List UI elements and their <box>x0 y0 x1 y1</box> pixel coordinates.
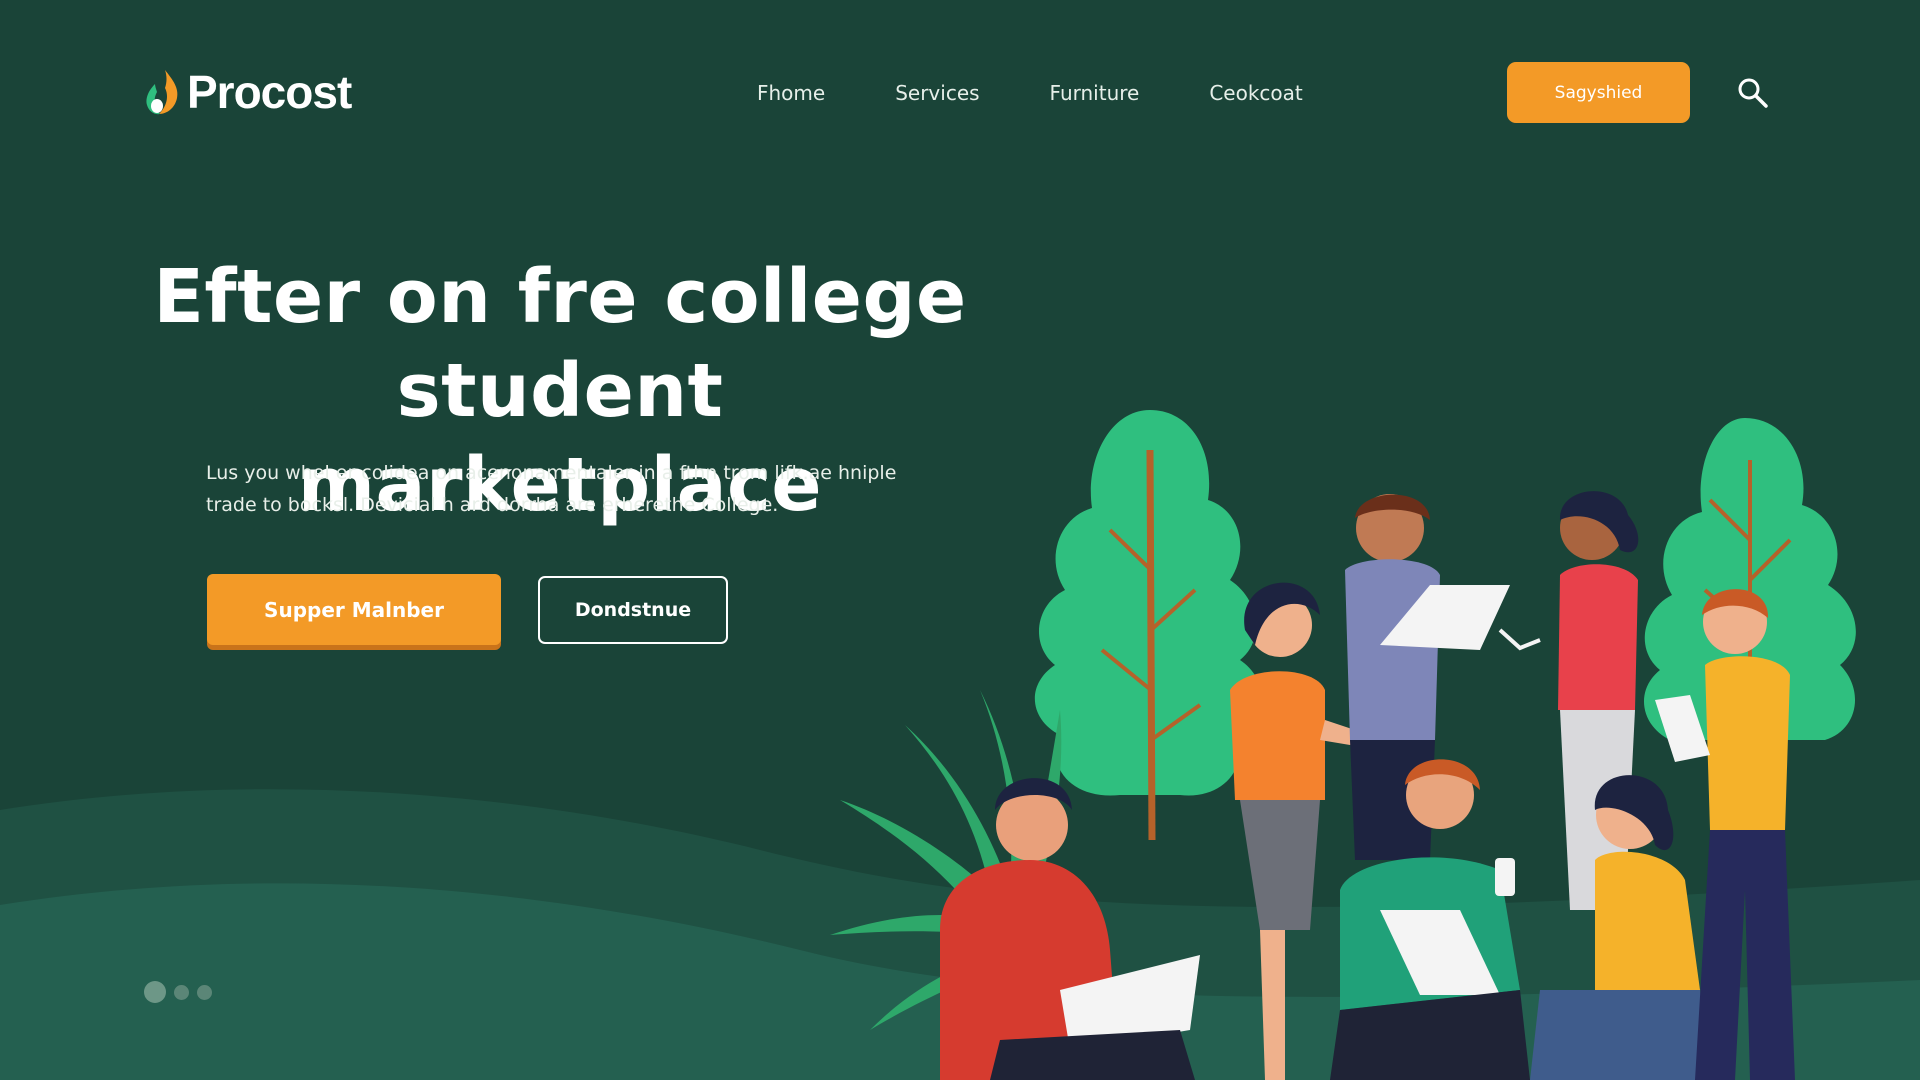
hero-title-line-1: Efter on fre college <box>153 254 967 340</box>
student-yellow-seated <box>1530 775 1710 1080</box>
site-header: Procost Fhome Services Furniture Ceokcoa… <box>0 0 1920 190</box>
carousel-dot-2[interactable] <box>174 984 189 1000</box>
landing-page: Procost Fhome Services Furniture Ceokcoa… <box>0 0 1920 1080</box>
logo-text: Procost <box>187 66 352 118</box>
hero-illustration <box>830 410 1856 1080</box>
search-icon <box>1738 78 1768 108</box>
primary-cta-button[interactable]: Supper Malnber <box>207 574 501 645</box>
logo[interactable]: Procost <box>143 64 352 120</box>
search-button[interactable] <box>1736 76 1770 110</box>
header-cta-button[interactable]: Sagyshied <box>1507 62 1690 123</box>
nav-item-checkout[interactable]: Ceokcoat <box>1174 72 1337 114</box>
main-nav: Fhome Services Furniture Ceokcoat <box>726 72 1338 114</box>
nav-item-home[interactable]: Fhome <box>726 72 860 114</box>
student-phone-red <box>1498 491 1639 910</box>
nav-item-furniture[interactable]: Furniture <box>1015 72 1175 114</box>
nav-item-services[interactable]: Services <box>860 72 1014 114</box>
carousel-dot-1[interactable] <box>144 981 166 1003</box>
tree-left <box>1034 410 1262 841</box>
logo-flame-icon <box>146 70 178 115</box>
carousel-dot-3[interactable] <box>197 984 212 1000</box>
secondary-cta-button[interactable]: Dondstnue <box>538 576 728 644</box>
carousel-dots <box>144 981 212 1003</box>
